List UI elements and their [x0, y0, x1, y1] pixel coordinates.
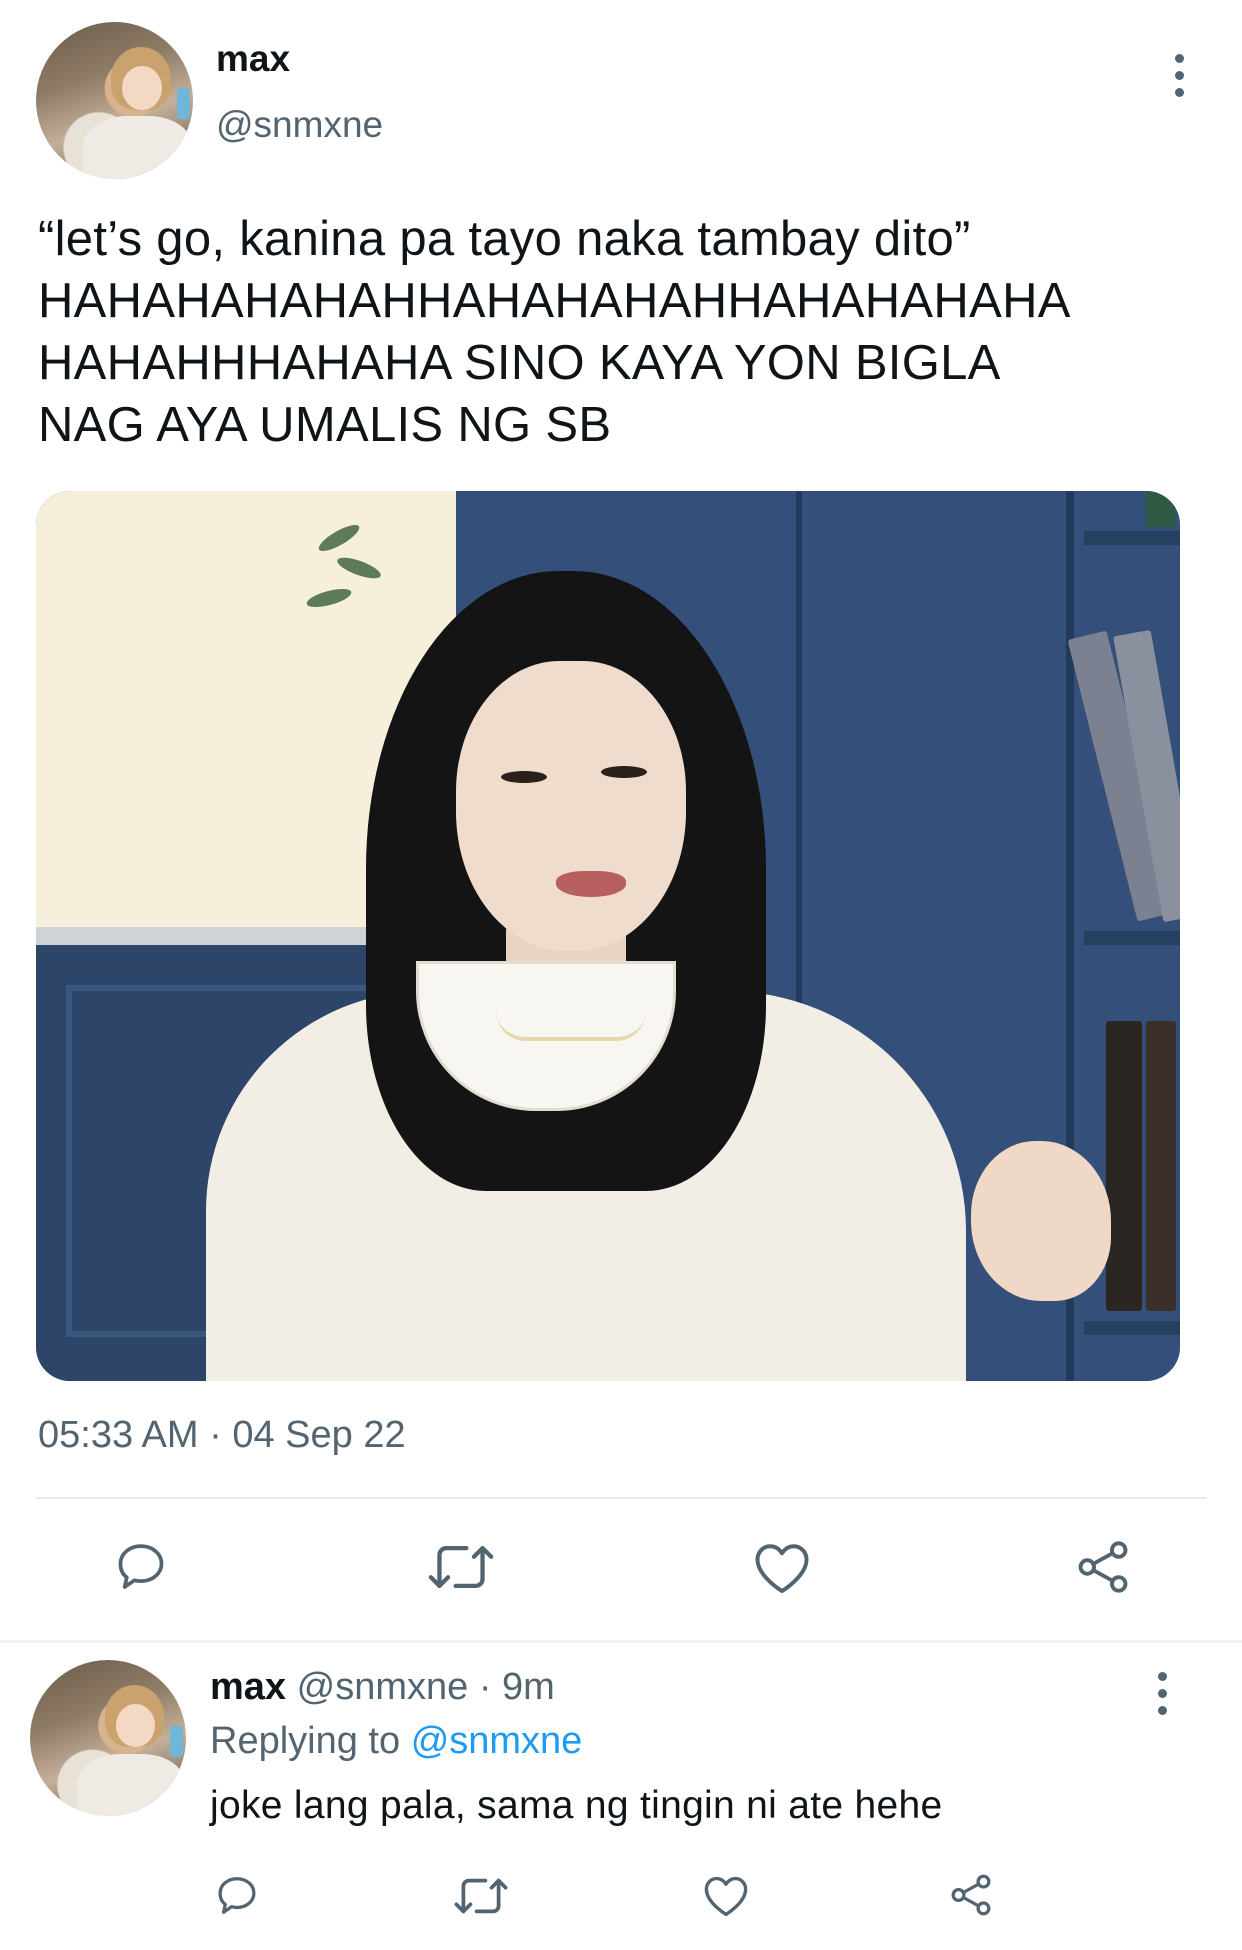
avatar-figure-body: [76, 1753, 186, 1816]
media-shelf: [1084, 531, 1180, 545]
divider: [36, 1497, 1206, 1499]
divider: [0, 1640, 1242, 1643]
reply-separator: ·: [478, 1666, 492, 1708]
kebab-dot: [1174, 88, 1184, 97]
tweet-text: “let’s go, kanina pa tayo naka tambay di…: [38, 212, 1071, 452]
share-icon[interactable]: [948, 1872, 994, 1918]
media-person-eye: [501, 771, 547, 783]
reply-author-avatar[interactable]: [30, 1660, 186, 1816]
tweet-media-image[interactable]: [36, 491, 1180, 1381]
media-person-necklace: [496, 1011, 646, 1041]
avatar-figure-body: [83, 116, 193, 179]
reply-text: joke lang pala, sama ng tingin ni ate he…: [210, 1784, 943, 1827]
avatar-phone: [170, 1725, 183, 1757]
replying-to-label: Replying to: [210, 1720, 401, 1762]
more-options-icon[interactable]: [1173, 54, 1185, 97]
media-person-face: [456, 661, 686, 951]
media-person-eye: [601, 766, 647, 778]
avatar-phone: [177, 87, 190, 120]
reply-header: max @snmxne · 9m: [210, 1666, 555, 1709]
like-icon[interactable]: [702, 1874, 750, 1918]
retweet-icon[interactable]: [426, 1540, 496, 1594]
kebab-dot: [1157, 1706, 1167, 1715]
reply-icon[interactable]: [214, 1872, 260, 1918]
media-shelf: [1084, 1321, 1180, 1335]
replying-to: Replying to @snmxne: [210, 1720, 582, 1763]
reply-age[interactable]: 9m: [502, 1666, 555, 1708]
more-options-icon[interactable]: [1156, 1672, 1168, 1715]
share-icon[interactable]: [1074, 1538, 1132, 1596]
media-person-mouth: [556, 871, 626, 897]
kebab-dot: [1157, 1689, 1167, 1698]
media-person-hand: [971, 1141, 1111, 1301]
media-book: [1146, 491, 1176, 527]
like-icon[interactable]: [752, 1540, 812, 1596]
kebab-dot: [1174, 54, 1184, 63]
avatar-figure-face: [122, 65, 162, 110]
avatar-figure-face: [115, 1703, 155, 1748]
retweet-icon[interactable]: [452, 1874, 510, 1918]
kebab-dot: [1157, 1672, 1167, 1681]
media-book: [1146, 1021, 1176, 1311]
media-shelf: [1084, 931, 1180, 945]
reply-display-name[interactable]: max: [210, 1666, 286, 1708]
author-avatar[interactable]: [36, 22, 193, 179]
media-book: [1106, 1021, 1142, 1311]
reply-handle[interactable]: @snmxne: [297, 1666, 469, 1708]
replying-to-mention[interactable]: @snmxne: [411, 1720, 583, 1762]
tweet-timestamp[interactable]: 05:33 AM · 04 Sep 22: [38, 1414, 406, 1457]
reply-icon[interactable]: [112, 1538, 170, 1594]
kebab-dot: [1174, 71, 1184, 80]
author-handle[interactable]: @snmxne: [216, 104, 383, 146]
author-display-name[interactable]: max: [216, 38, 290, 80]
